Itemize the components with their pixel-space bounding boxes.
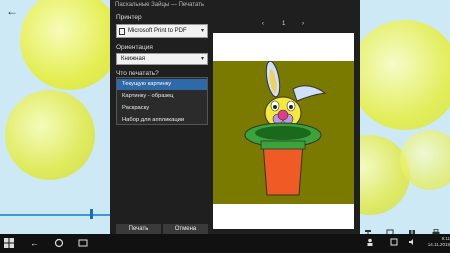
back-arrow-icon[interactable]: ← — [6, 4, 18, 18]
back-icon[interactable]: ← — [30, 238, 39, 248]
chevron-down-icon: ▾ — [200, 56, 204, 62]
orientation-label: Ориентация — [116, 44, 153, 51]
volume-icon[interactable] — [408, 238, 416, 248]
taskbar: ← — [0, 234, 450, 253]
printer-label: Принтер — [116, 14, 142, 21]
windows-start-icon[interactable] — [4, 238, 14, 250]
task-view-icon[interactable] — [78, 238, 88, 250]
what-to-print-dropdown[interactable]: Текущую картинку Картинку - образец Раск… — [116, 77, 208, 125]
printer-select[interactable]: Microsoft Print to PDF ▾ — [116, 24, 208, 38]
prev-page-button[interactable]: ‹ — [262, 21, 264, 27]
network-icon[interactable] — [390, 238, 398, 248]
next-page-button[interactable]: › — [302, 21, 304, 27]
dropdown-option[interactable]: Картинку - образец — [117, 91, 207, 102]
bunny-in-hat-illustration — [244, 60, 327, 196]
bubble-decoration — [5, 90, 95, 180]
system-clock[interactable]: 9:11 14.11.2015 — [426, 236, 450, 248]
page-navigation: ‹ 1 › — [262, 19, 306, 31]
app-toolbar — [356, 224, 450, 234]
save-icon[interactable] — [386, 224, 394, 234]
page-number: 1 — [282, 21, 286, 27]
printer-value: Microsoft Print to PDF — [128, 28, 187, 34]
bubble-decoration — [20, 0, 120, 90]
dropdown-option[interactable]: Набор для аппликации — [117, 115, 207, 126]
print-button[interactable]: Печать — [116, 224, 161, 234]
progress-thumb[interactable] — [90, 209, 93, 219]
pin-icon[interactable] — [364, 224, 372, 234]
search-icon[interactable] — [54, 238, 64, 250]
orientation-value: Книжная — [121, 56, 146, 62]
clock-date: 14.11.2015 — [427, 242, 450, 247]
dialog-title: Пасхальные Зайцы — Печатать — [115, 2, 205, 8]
preview-picture — [213, 60, 354, 204]
cancel-button[interactable]: Отмена — [163, 224, 208, 234]
what-to-print-label: Что печатать? — [116, 70, 159, 77]
chevron-down-icon: ▾ — [200, 28, 204, 34]
panels-icon[interactable] — [408, 224, 416, 234]
orientation-select[interactable]: Книжная ▾ — [116, 53, 208, 65]
people-icon[interactable] — [366, 238, 374, 248]
bubble-decoration — [350, 20, 450, 130]
dropdown-option[interactable]: Раскраску — [117, 103, 207, 114]
progress-track — [0, 214, 110, 216]
print-icon[interactable] — [432, 224, 440, 234]
printer-icon — [119, 28, 125, 35]
dropdown-option[interactable]: Текущую картинку — [117, 79, 207, 90]
